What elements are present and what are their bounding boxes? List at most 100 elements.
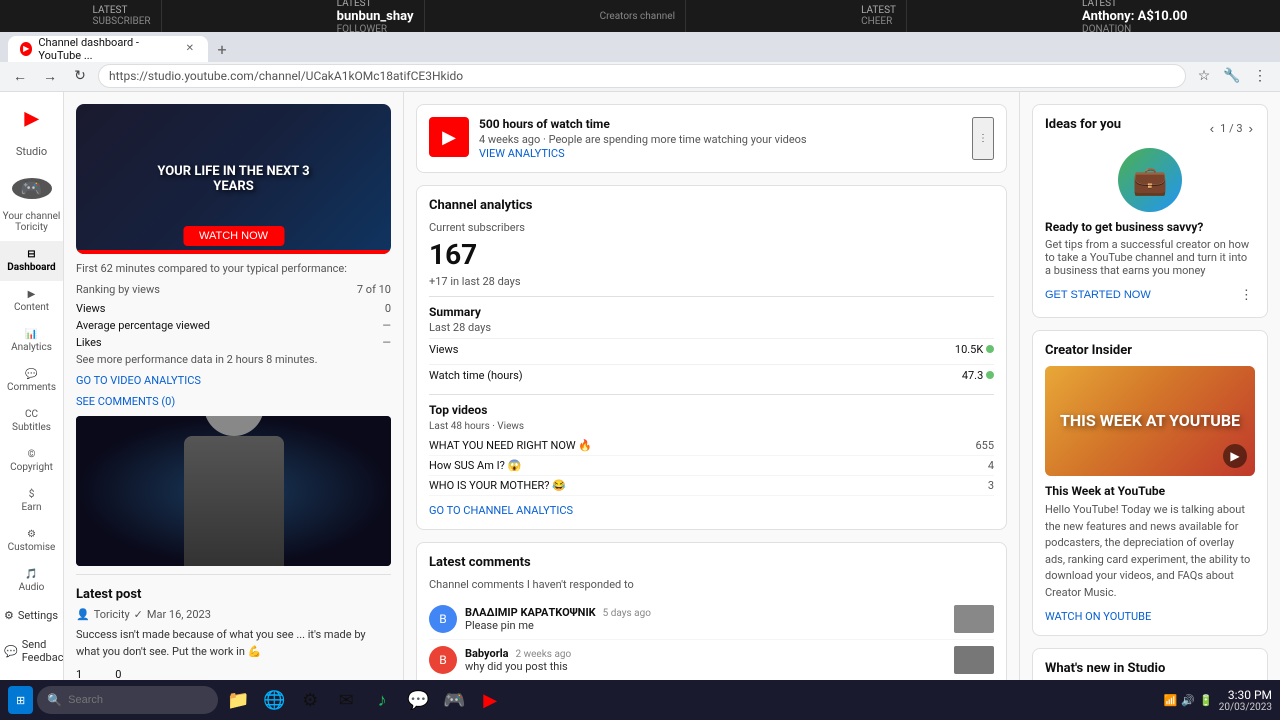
tab-close-button[interactable]: ✕	[184, 42, 196, 56]
divider-top-videos	[429, 394, 994, 395]
notif-creators-channel: Creators channel	[590, 0, 686, 32]
sidebar-item-feedback[interactable]: 💬 Send Feedback	[0, 630, 63, 672]
more-button[interactable]: ⋮	[1248, 64, 1272, 88]
top-video-row-1: WHAT YOU NEED RIGHT NOW 🔥 655	[429, 436, 994, 456]
youtube-app-icon[interactable]: ▶	[474, 684, 506, 716]
sidebar-item-customise[interactable]: ⚙ Customise	[0, 521, 63, 561]
volume-icon[interactable]: 🔊	[1181, 694, 1195, 707]
post-avatar-small: 👤	[76, 608, 90, 621]
notif-follower-label: LATEST	[337, 0, 414, 9]
comment-1-thumb	[954, 605, 994, 633]
main-wrapper: ▶ Studio 🎮 Your channel Toricity ⊟ Dashb…	[0, 92, 1280, 680]
steam-icon[interactable]: 🎮	[438, 684, 470, 716]
studio-text: Studio	[16, 145, 47, 158]
reload-button[interactable]: ↻	[68, 64, 92, 88]
idea-icon: 💼	[1118, 148, 1182, 212]
sidebar-dashboard-label: Dashboard	[7, 262, 55, 273]
watch-text: 500 hours of watch time 4 weeks ago · Pe…	[479, 117, 962, 160]
chrome-icon[interactable]: ⚙	[294, 684, 326, 716]
active-tab[interactable]: ▶ Channel dashboard - YouTube ... ✕	[8, 36, 208, 62]
sidebar-item-audio[interactable]: 🎵 Audio	[0, 561, 63, 601]
views-value: 0	[385, 302, 391, 315]
time-text: 3:30 PM	[1219, 688, 1272, 702]
subscribers-change: +17 in last 28 days	[429, 275, 994, 288]
start-button[interactable]: ⊞	[8, 686, 33, 714]
top-video-3-views: 3	[964, 479, 994, 492]
back-button[interactable]: ←	[8, 64, 32, 88]
sidebar-item-dashboard[interactable]: ⊟ Dashboard	[0, 241, 63, 281]
spotify-icon[interactable]: ♪	[366, 684, 398, 716]
comment-item-1: Β ΒΛΑΔΙΜΙΡ ΚΑΡΑΤΚΟΨΝΙΚ 5 days ago Please…	[429, 599, 994, 640]
go-video-analytics-link[interactable]: GO TO VIDEO ANALYTICS	[76, 374, 391, 387]
latest-comments-title: Latest comments	[429, 555, 994, 570]
taskbar-search[interactable]: 🔍	[37, 686, 218, 714]
battery-icon[interactable]: 🔋	[1199, 694, 1213, 707]
new-tab-button[interactable]: +	[210, 38, 234, 62]
extensions-button[interactable]: 🔧	[1220, 64, 1244, 88]
youtube-logo-icon: ▶	[25, 108, 39, 129]
watch-now-button[interactable]: WATCH NOW	[183, 226, 284, 246]
sidebar-item-copyright[interactable]: © Copyright	[0, 441, 63, 481]
address-bar[interactable]: https://studio.youtube.com/channel/UCakA…	[98, 64, 1186, 88]
watch-card-more-button[interactable]: ⋮	[972, 117, 994, 160]
perf-text: First 62 minutes compared to your typica…	[76, 262, 391, 275]
comment-1-avatar: Β	[429, 605, 457, 633]
sidebar-item-earn[interactable]: $ Earn	[0, 481, 63, 521]
mail-icon[interactable]: ✉	[330, 684, 362, 716]
ideas-header: Ideas for you ‹ 1 / 3 ›	[1045, 117, 1255, 140]
creator-insider-title: Creator Insider	[1045, 343, 1255, 358]
discord-icon[interactable]: 💬	[402, 684, 434, 716]
creator-insider-card: Creator Insider THIS WEEK AT YOUTUBE ▶ T…	[1032, 330, 1268, 636]
sidebar-item-analytics[interactable]: 📊 Analytics	[0, 321, 63, 361]
sidebar-analytics-label: Analytics	[11, 342, 52, 353]
customise-icon: ⚙	[27, 529, 36, 540]
divider-analytics	[429, 296, 994, 297]
ideas-prev-button[interactable]: ‹	[1208, 119, 1216, 138]
taskbar-right: 📶 🔊 🔋 3:30 PM 20/03/2023	[1164, 688, 1272, 713]
ideas-next-button[interactable]: ›	[1247, 119, 1255, 138]
notif-cheer-sublabel: CHEER	[861, 16, 896, 27]
file-explorer-icon[interactable]: 📁	[222, 684, 254, 716]
sidebar-item-subtitles[interactable]: CC Subtitles	[0, 401, 63, 441]
watch-on-youtube-link[interactable]: WATCH ON YOUTUBE	[1045, 610, 1151, 623]
post-badge-icon: ✓	[134, 608, 143, 621]
views-up-indicator	[986, 345, 994, 353]
search-icon: 🔍	[47, 693, 62, 707]
subscribers-count: 167	[429, 238, 994, 271]
studio-logo[interactable]: ▶	[0, 100, 63, 137]
get-started-button[interactable]: GET STARTED NOW	[1045, 289, 1151, 301]
address-row: ← → ↻ https://studio.youtube.com/channel…	[0, 62, 1280, 92]
forward-button[interactable]: →	[38, 64, 62, 88]
see-comments-link[interactable]: SEE COMMENTS (0)	[76, 395, 391, 408]
edge-icon[interactable]: 🌐	[258, 684, 290, 716]
feedback-icon: 💬	[4, 645, 18, 658]
sidebar-bottom: ⚙ Settings 💬 Send Feedback	[0, 601, 63, 680]
avatar[interactable]: 🎮	[12, 178, 52, 199]
play-button-small[interactable]: ▶	[1223, 444, 1247, 468]
sidebar-earn-label: Earn	[21, 502, 41, 513]
sidebar-item-comments[interactable]: 💬 Comments	[0, 361, 63, 401]
comment-2-time: 2 weeks ago	[516, 649, 572, 660]
channel-handle: Toricity	[15, 222, 48, 233]
comment-1-text: Please pin me	[465, 619, 946, 632]
bookmark-button[interactable]: ☆	[1192, 64, 1216, 88]
streamer-cam	[76, 416, 391, 566]
network-icon[interactable]: 📶	[1164, 694, 1178, 707]
right-panel: Ideas for you ‹ 1 / 3 › 💼 Ready to get b…	[1020, 92, 1280, 680]
summary-views-value: 10.5K	[955, 343, 994, 356]
summary-views-row: Views 10.5K	[429, 338, 994, 360]
audio-icon: 🎵	[25, 569, 37, 580]
go-channel-analytics-link[interactable]: GO TO CHANNEL ANALYTICS	[429, 504, 994, 517]
sidebar-comments-label: Comments	[7, 382, 56, 393]
comment-2-body: Babyorla 2 weeks ago why did you post th…	[465, 646, 946, 674]
watch-icon: ▶	[429, 117, 469, 157]
sidebar-item-content[interactable]: ▶ Content	[0, 281, 63, 321]
ideas-title: Ideas for you	[1045, 117, 1121, 132]
sidebar-item-settings[interactable]: ⚙ Settings	[0, 601, 63, 630]
summary-title: Summary	[429, 305, 994, 319]
taskbar-search-input[interactable]	[68, 694, 208, 706]
watch-card-time: 4 weeks ago · People are spending more t…	[479, 133, 962, 146]
views-row: Views 0	[76, 302, 391, 315]
view-analytics-link[interactable]: VIEW ANALYTICS	[479, 147, 565, 160]
ideas-options-button[interactable]: ⋮	[1238, 285, 1255, 305]
